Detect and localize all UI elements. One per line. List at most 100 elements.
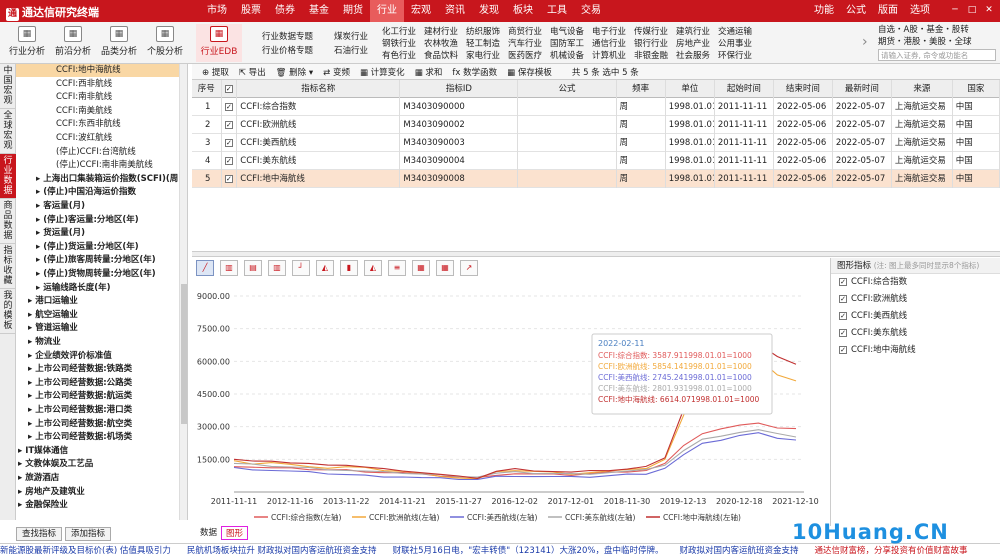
bar-chart-2-icon[interactable]: ▥ — [268, 260, 286, 276]
industry-link[interactable]: 建材行业 — [424, 26, 458, 38]
tree-scrollbar[interactable] — [179, 64, 187, 520]
tree-node[interactable]: ▸ 文教体娱及工艺品 — [16, 458, 187, 471]
horizontal-bar-icon[interactable]: ≡ — [388, 260, 406, 276]
add-indicator-button[interactable]: 添加指标 — [65, 527, 112, 541]
toolbar-next-icon[interactable]: › — [862, 34, 868, 50]
toolbar-button-1[interactable]: ▦ 前沿分析 — [50, 24, 96, 62]
menu-6[interactable]: 宏观 — [404, 0, 438, 22]
op-4[interactable]: ▦ 计算变化 — [360, 66, 405, 78]
industry-link[interactable]: 轻工制造 — [466, 38, 500, 50]
tree-node[interactable]: ▸ 上市公司经营数据:航空类 — [16, 418, 187, 431]
row-checkbox[interactable]: ✓ — [224, 120, 233, 129]
topic-link-0[interactable]: 行业数据专题 — [262, 30, 313, 44]
left-tab-2[interactable]: 行业数据 — [0, 154, 16, 199]
tree-node[interactable]: ▸ (停止)客运量:分地区(年) — [16, 214, 187, 227]
table-header-cell[interactable]: 序号 — [192, 80, 222, 98]
area-chart-2-icon[interactable]: ◭ — [364, 260, 382, 276]
tree-scroll-thumb[interactable] — [181, 284, 187, 424]
tree-node[interactable]: ▸ 上市公司经营数据:机场类 — [16, 431, 187, 444]
menu-4[interactable]: 期货 — [336, 0, 370, 22]
tree-node[interactable]: ▸ 上市公司经营数据:公路类 — [16, 377, 187, 390]
tree-node[interactable]: CCFI:东西非航线 — [16, 118, 187, 131]
tree-node[interactable]: CCFI:波红航线 — [16, 132, 187, 145]
table-header-cell[interactable]: 结束时间 — [774, 80, 833, 98]
right-menu-0[interactable]: 功能 — [814, 0, 834, 22]
minimize-icon[interactable]: ─ — [948, 4, 962, 17]
industry-link[interactable]: 机械设备 — [550, 50, 584, 62]
ticker-item[interactable]: 通达信财富榜，分享投资有价值财富故事 — [814, 544, 967, 558]
industry-link[interactable]: 医药医疗 — [508, 50, 542, 62]
tree-node[interactable]: (停止)CCFI:台湾航线 — [16, 146, 187, 159]
ticker-item[interactable]: 民航机场板块拉升 财政拟对国内客运航班资金支持 — [187, 544, 377, 558]
tree-node[interactable]: ▸ (停止)旅客周转量:分地区(年) — [16, 254, 187, 267]
op-2[interactable]: 🗑 删除 ▾ — [276, 66, 313, 78]
maximize-icon[interactable]: □ — [965, 4, 979, 17]
table-row[interactable]: 2✓ CCFI:欧洲航线M3403090002 周1998.01.01=2011-1… — [192, 116, 1000, 134]
step-line-icon[interactable]: ┘ — [292, 260, 310, 276]
bottom-tab-1[interactable]: 图形 — [221, 526, 249, 540]
menu-5[interactable]: 行业 — [370, 0, 404, 22]
left-tab-1[interactable]: 全球宏观 — [0, 109, 16, 154]
tree-node[interactable]: ▸ 运输线路长度(年) — [16, 282, 187, 295]
tree-node[interactable]: ▸ 上市公司经营数据:航运类 — [16, 390, 187, 403]
row-checkbox[interactable]: ✓ — [224, 102, 233, 111]
table-header-cell[interactable]: 公式 — [518, 80, 617, 98]
market-links-1[interactable]: 期货・港股・美股・全球 — [878, 36, 1000, 48]
left-tab-5[interactable]: 我的模板 — [0, 289, 16, 334]
industry-link[interactable]: 计算机业 — [592, 50, 626, 62]
industry-link[interactable]: 钢铁行业 — [382, 38, 416, 50]
industry-link[interactable]: 国防军工 — [550, 38, 584, 50]
industry-link[interactable]: 建筑行业 — [676, 26, 710, 38]
right-menu-1[interactable]: 公式 — [846, 0, 866, 22]
menu-9[interactable]: 板块 — [506, 0, 540, 22]
table-row[interactable]: 3✓ CCFI:美西航线M3403090003 周1998.01.01=2011-1… — [192, 134, 1000, 152]
industry-link[interactable]: 纺织服饰 — [466, 26, 500, 38]
toolbar-button-0[interactable]: ▦ 行业分析 — [4, 24, 50, 62]
industry-link[interactable]: 传媒行业 — [634, 26, 668, 38]
legend-checkbox[interactable]: ✓ — [839, 277, 847, 286]
menu-11[interactable]: 交易 — [574, 0, 608, 22]
table-header-cell[interactable]: 频率 — [617, 80, 666, 98]
tree-node[interactable]: ▸ IT媒体通信 — [16, 445, 187, 458]
tree-node[interactable]: ▸ 旅游酒店 — [16, 472, 187, 485]
row-checkbox[interactable]: ✓ — [224, 156, 233, 165]
menu-0[interactable]: 市场 — [200, 0, 234, 22]
tree-node[interactable]: ▸ 上市公司经营数据:铁路类 — [16, 363, 187, 376]
stacked-bar-icon[interactable]: ▤ — [244, 260, 262, 276]
splitter[interactable] — [192, 251, 1000, 257]
close-icon[interactable]: ✕ — [982, 4, 996, 17]
bottom-tab-0[interactable]: 数据 — [196, 526, 221, 540]
table-header-cell[interactable]: 指标ID — [400, 80, 519, 98]
tree-node[interactable]: (停止)CCFI:南非南美航线 — [16, 159, 187, 172]
legend-checkbox[interactable]: ✓ — [839, 311, 847, 320]
table-header-cell[interactable]: 指标名称 — [237, 80, 401, 98]
tree-node[interactable]: ▸ 企业绩效评价标准值 — [16, 350, 187, 363]
table-row[interactable]: 4✓ CCFI:美东航线M3403090004 周1998.01.01=2011-1… — [192, 152, 1000, 170]
legend-checkbox[interactable]: ✓ — [839, 345, 847, 354]
search-input[interactable]: 请输入证券, 命令或功能名 — [878, 49, 996, 61]
menu-3[interactable]: 基金 — [302, 0, 336, 22]
tree-node[interactable]: CCFI:南非航线 — [16, 91, 187, 104]
industry-link[interactable]: 汽车行业 — [508, 38, 542, 50]
market-links-0[interactable]: 自选・A股・基金・股转 — [878, 24, 1000, 36]
op-6[interactable]: fx 数学函数 — [452, 66, 497, 78]
legend-checkbox[interactable]: ✓ — [839, 294, 847, 303]
table-row[interactable]: 1✓ CCFI:综合指数M3403090000 周1998.01.01=2011-1… — [192, 98, 1000, 116]
legend-item[interactable]: ✓ CCFI:美西航线 — [831, 308, 1000, 325]
right-menu-2[interactable]: 版面 — [878, 0, 898, 22]
tree-node[interactable]: ▸ 上海出口集装箱运价指数(SCFI)(周 — [16, 173, 187, 186]
industry-link[interactable]: 公用事业 — [718, 38, 752, 50]
tree-node[interactable]: ▸ 房地产及建筑业 — [16, 486, 187, 499]
area-chart-icon[interactable]: ◭ — [316, 260, 334, 276]
menu-2[interactable]: 债券 — [268, 0, 302, 22]
tree-node[interactable]: ▸ 货运量(月) — [16, 227, 187, 240]
topic-link-1[interactable]: 行业价格专题 — [262, 44, 313, 58]
legend-item[interactable]: ✓ CCFI:欧洲航线 — [831, 291, 1000, 308]
industry-link-energy-1[interactable]: 石油行业 — [334, 44, 368, 58]
industry-link[interactable]: 化工行业 — [382, 26, 416, 38]
industry-link[interactable]: 家电行业 — [466, 50, 500, 62]
toolbar-button-2[interactable]: ▦ 品类分析 — [96, 24, 142, 62]
tree-node[interactable]: CCFI:地中海航线 — [16, 64, 187, 77]
industry-link[interactable]: 食品饮料 — [424, 50, 458, 62]
op-0[interactable]: ⊕ 提取 — [202, 66, 229, 78]
